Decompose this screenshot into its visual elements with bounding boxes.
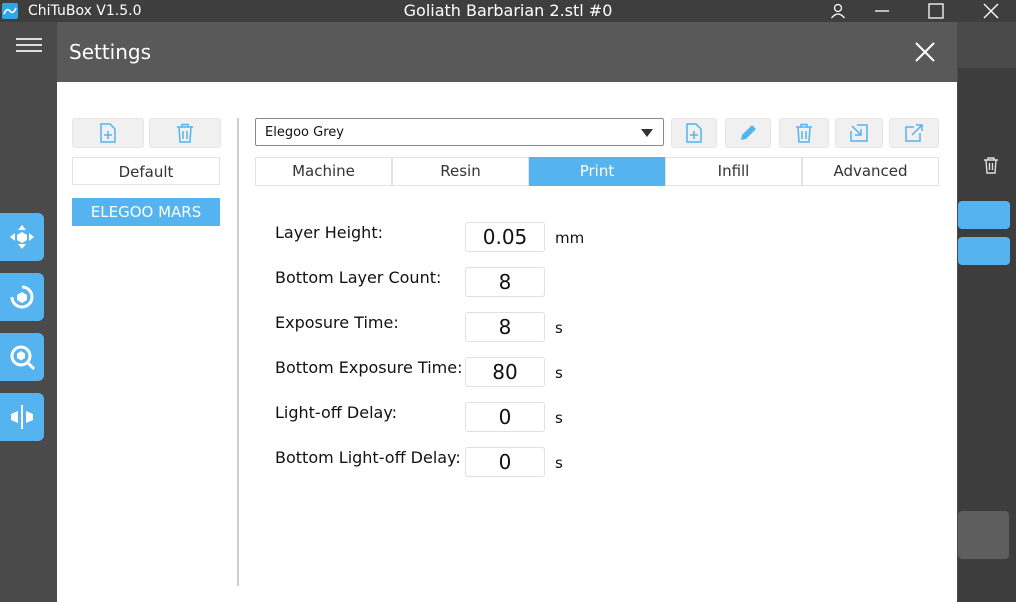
add-file-icon [686,123,702,143]
panel-button[interactable] [958,511,1009,559]
add-machine-profile-button[interactable] [72,118,144,148]
new-resin-profile-button[interactable] [671,118,717,148]
move-tool-icon [10,225,34,249]
tab-print[interactable]: Print [529,157,665,186]
exposure-time-input[interactable]: 8 [465,312,545,342]
add-file-icon [100,123,116,143]
export-profile-button[interactable] [889,118,939,148]
mirror-tool-icon [11,405,33,429]
close-icon [915,42,935,62]
mirror-tool-button[interactable] [0,393,44,441]
user-button[interactable] [818,0,858,22]
maximize-button[interactable] [916,0,956,22]
bottom-exposure-time-label: Bottom Exposure Time: [275,358,463,377]
window-close-button[interactable] [971,0,1011,22]
user-icon [830,3,846,19]
layer-height-input[interactable]: 0.05 [465,222,545,252]
resin-profile-value: Elegoo Grey [265,125,344,140]
title-bar: ChiTuBox V1.5.0 Goliath Barbarian 2.stl … [0,0,1016,22]
dialog-header: Settings [57,22,957,82]
tab-advanced[interactable]: Advanced [802,157,939,186]
bottom-light-off-delay-label: Bottom Light-off Delay: [275,448,461,467]
dialog-close-button[interactable] [907,38,943,66]
tab-infill[interactable]: Infill [665,157,802,186]
import-profile-button[interactable] [835,118,883,148]
rotate-tool-button[interactable] [0,273,44,321]
light-off-delay-label: Light-off Delay: [275,403,398,422]
exposure-time-label: Exposure Time: [275,313,399,332]
maximize-icon [928,3,944,19]
import-icon [850,124,868,142]
delete-icon[interactable] [983,156,999,174]
bottom-layer-count-input[interactable]: 8 [465,267,545,297]
layer-height-label: Layer Height: [275,223,383,242]
dialog-title: Settings [69,40,152,64]
resin-profile-select[interactable]: Elegoo Grey [255,118,664,146]
panel-button[interactable] [958,201,1010,229]
bottom-exposure-time-input[interactable]: 80 [465,357,545,387]
layer-height-unit: mm [555,229,585,247]
trash-icon [177,123,193,143]
machine-profile-default[interactable]: Default [72,157,220,185]
bottom-light-off-delay-unit: s [555,454,563,472]
delete-resin-profile-button[interactable] [779,118,829,148]
light-off-delay-unit: s [555,409,563,427]
bottom-layer-count-label: Bottom Layer Count: [275,268,442,287]
exposure-time-unit: s [555,319,563,337]
machine-profile-elegoo-mars[interactable]: ELEGOO MARS [72,198,220,226]
panel-button[interactable] [958,237,1010,265]
column-divider [237,118,239,586]
move-tool-button[interactable] [0,213,44,261]
scale-tool-icon [10,345,36,371]
tab-resin[interactable]: Resin [392,157,529,186]
menu-icon[interactable] [16,34,42,56]
delete-machine-profile-button[interactable] [149,118,221,148]
scale-tool-button[interactable] [0,333,44,381]
bottom-exposure-time-unit: s [555,364,563,382]
export-icon [905,124,923,142]
bottom-light-off-delay-input[interactable]: 0 [465,447,545,477]
edit-resin-profile-button[interactable] [725,118,771,148]
settings-dialog: Settings Default ELEGOO MARS Elegoo Grey [57,22,957,602]
minimize-icon [875,10,889,12]
close-icon [983,3,999,19]
pencil-icon [741,125,756,140]
tab-machine[interactable]: Machine [255,157,392,186]
rotate-tool-icon [10,285,34,309]
dropdown-arrow-icon [641,129,653,137]
trash-icon [796,123,812,143]
settings-tabs: Machine Resin Print Infill Advanced [255,157,939,186]
minimize-button[interactable] [862,0,902,22]
light-off-delay-input[interactable]: 0 [465,402,545,432]
